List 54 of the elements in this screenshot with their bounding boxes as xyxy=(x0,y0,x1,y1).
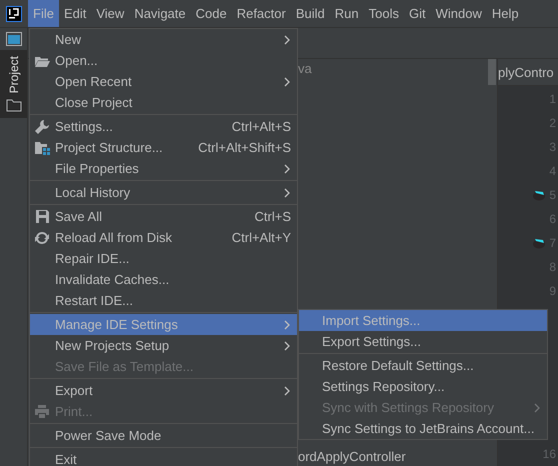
menu-item[interactable]: Repair IDE... xyxy=(30,248,297,269)
tree-row[interactable]: va xyxy=(298,61,497,76)
tool-window-tab[interactable]: Project xyxy=(0,50,27,118)
printer-icon xyxy=(35,405,49,418)
menu-item[interactable]: Close Project xyxy=(30,92,297,113)
menu-item[interactable]: Reload All from Disk Ctrl+Alt+Y xyxy=(30,227,297,248)
reload-icon xyxy=(35,230,49,244)
caret-icon xyxy=(283,320,291,330)
menu-item[interactable]: Power Save Mode xyxy=(30,425,297,446)
caret-icon xyxy=(283,34,291,44)
caret-icon xyxy=(533,402,541,412)
menu-item[interactable]: Export xyxy=(30,380,297,401)
menu-item[interactable]: Restart IDE... xyxy=(30,290,297,311)
menu-bar-item[interactable]: Edit xyxy=(58,0,92,27)
bean-icon xyxy=(532,189,546,201)
bean-icon xyxy=(532,237,546,249)
menu-item[interactable]: Local History xyxy=(30,182,297,203)
wrench-icon xyxy=(35,120,49,134)
menu-item[interactable]: Sync Settings to JetBrains Account... xyxy=(299,418,547,439)
caret-icon xyxy=(283,386,291,396)
menu-bar-item[interactable]: Tools xyxy=(364,0,404,27)
menu-item[interactable]: Exit xyxy=(30,449,297,466)
menu-item[interactable]: New xyxy=(30,29,297,50)
caret-icon xyxy=(283,76,291,86)
menu-item[interactable]: File Properties xyxy=(30,158,297,179)
folder-icon xyxy=(34,54,50,66)
tree-row[interactable]: ordApplyController xyxy=(298,449,497,464)
app-logo-icon xyxy=(6,6,22,22)
window-icon[interactable] xyxy=(6,32,22,46)
menu-item[interactable]: Invalidate Caches... xyxy=(30,269,297,290)
menu-item[interactable]: Settings Repository... xyxy=(299,376,547,397)
menu-bar-item[interactable]: Code xyxy=(190,0,232,27)
caret-icon xyxy=(283,188,291,198)
menu-item[interactable]: Project Structure... Ctrl+Alt+Shift+S xyxy=(30,137,297,158)
menu-item[interactable]: Save All Ctrl+S xyxy=(30,206,297,227)
menu-bar-item[interactable]: Window xyxy=(430,0,487,27)
menu-item[interactable]: Export Settings... xyxy=(299,331,547,352)
caret-icon xyxy=(283,340,291,350)
scrollbar-thumb[interactable] xyxy=(488,59,496,85)
menu-item[interactable]: Restore Default Settings... xyxy=(299,355,547,376)
menu-bar-item[interactable]: Git xyxy=(404,0,431,27)
folder-grid-icon xyxy=(34,140,50,154)
menu-item[interactable]: Open... xyxy=(30,50,297,71)
menu-bar-item[interactable]: Refactor xyxy=(232,0,291,27)
menu-bar-item[interactable]: Navigate xyxy=(129,0,191,27)
menu-bar-item[interactable]: Build xyxy=(290,0,330,27)
menu-bar-item[interactable]: Help xyxy=(486,0,524,27)
menu-bar-item[interactable]: Run xyxy=(330,0,364,27)
menu-bar-item[interactable]: View xyxy=(91,0,130,27)
menu-item[interactable]: Settings... Ctrl+Alt+S xyxy=(30,116,297,137)
caret-icon xyxy=(283,164,291,174)
menu-item[interactable]: Open Recent xyxy=(30,71,297,92)
menu-item[interactable]: New Projects Setup xyxy=(30,335,297,356)
folder-icon xyxy=(6,99,22,112)
